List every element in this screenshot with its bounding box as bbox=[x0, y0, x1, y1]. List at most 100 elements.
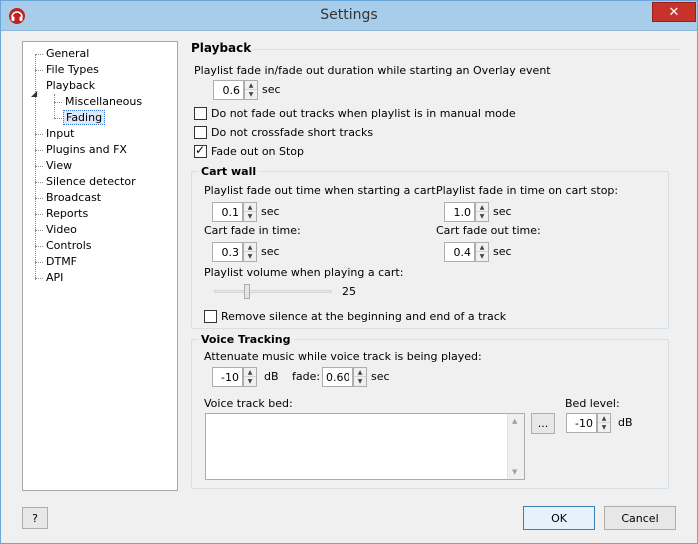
checkbox-box[interactable] bbox=[194, 107, 207, 120]
settings-window: Settings ✕ ◢ General File Types Playback… bbox=[0, 0, 698, 544]
spin-up-icon[interactable]: ▲ bbox=[244, 203, 256, 212]
settings-tree: ◢ General File Types Playback Miscellane… bbox=[22, 41, 178, 491]
checkbox-box[interactable] bbox=[194, 126, 207, 139]
attenuate-input[interactable] bbox=[212, 367, 243, 387]
tree-item-silence-detector[interactable]: Silence detector bbox=[35, 174, 136, 190]
cart-volume-label: Playlist volume when playing a cart: bbox=[204, 266, 404, 279]
browse-bed-button[interactable]: ... bbox=[531, 413, 555, 434]
textarea-scrollbar[interactable]: ▲ ▼ bbox=[507, 414, 524, 479]
cart-stop-fade-in-input[interactable] bbox=[444, 202, 475, 222]
tree-item-plugins-fx[interactable]: Plugins and FX bbox=[35, 142, 127, 158]
bed-level-label: Bed level: bbox=[565, 397, 620, 410]
vt-fade-unit: sec bbox=[371, 370, 390, 383]
voice-tracking-title: Voice Tracking bbox=[198, 333, 294, 346]
tree-item-input[interactable]: Input bbox=[35, 126, 74, 142]
cart-fade-out-input[interactable] bbox=[212, 202, 243, 222]
tree-item-controls[interactable]: Controls bbox=[35, 238, 92, 254]
spin-up-icon[interactable]: ▲ bbox=[245, 81, 257, 90]
tree-item-api[interactable]: API bbox=[35, 270, 63, 286]
fading-settings-panel: Playback Playlist fade in/fade out durat… bbox=[185, 39, 685, 501]
cart-fade-out-arrows[interactable]: ▲ ▼ bbox=[243, 202, 257, 222]
window-title: Settings bbox=[320, 7, 378, 23]
help-button[interactable]: ? bbox=[22, 507, 48, 529]
cart-wall-group: Cart wall Playlist fade out time when st… bbox=[191, 165, 669, 329]
bed-level-unit: dB bbox=[618, 416, 633, 429]
scroll-up-icon[interactable]: ▲ bbox=[512, 417, 517, 425]
cart-fade-out-time-arrows[interactable]: ▲ ▼ bbox=[475, 242, 489, 262]
voice-track-bed-label: Voice track bed: bbox=[204, 397, 293, 410]
overlay-fade-arrows[interactable]: ▲ ▼ bbox=[244, 80, 258, 100]
voice-track-bed-textarea[interactable]: ▲ ▼ bbox=[205, 413, 525, 480]
bed-level-arrows[interactable]: ▲ ▼ bbox=[597, 413, 611, 433]
attenuate-unit: dB bbox=[264, 370, 279, 383]
cart-stop-fade-in-spinner[interactable]: ▲ ▼ bbox=[444, 202, 490, 222]
spin-down-icon[interactable]: ▼ bbox=[244, 212, 256, 221]
cart-fade-out-label: Playlist fade out time when starting a c… bbox=[204, 184, 440, 197]
tree-item-dtmf[interactable]: DTMF bbox=[35, 254, 77, 270]
overlay-fade-label: Playlist fade in/fade out duration while… bbox=[194, 64, 551, 77]
spin-down-icon[interactable]: ▼ bbox=[598, 423, 610, 432]
tree-item-general[interactable]: General bbox=[35, 46, 89, 62]
overlay-fade-spinner[interactable]: ▲ ▼ bbox=[213, 80, 259, 100]
cart-stop-fade-in-arrows[interactable]: ▲ ▼ bbox=[475, 202, 489, 222]
tree-item-video[interactable]: Video bbox=[35, 222, 77, 238]
bed-level-spinner[interactable]: ▲ ▼ bbox=[566, 413, 612, 433]
tree-item-file-types[interactable]: File Types bbox=[35, 62, 99, 78]
cart-fade-out-time-spinner[interactable]: ▲ ▼ bbox=[444, 242, 490, 262]
cart-fade-out-spinner[interactable]: ▲ ▼ bbox=[212, 202, 258, 222]
spin-up-icon[interactable]: ▲ bbox=[244, 243, 256, 252]
vt-fade-arrows[interactable]: ▲ ▼ bbox=[353, 367, 367, 387]
cart-stop-fade-in-label: Playlist fade in time on cart stop: bbox=[436, 184, 619, 197]
playback-section-title: Playback bbox=[191, 41, 252, 55]
cart-fade-out-time-unit: sec bbox=[493, 245, 512, 258]
scroll-down-icon[interactable]: ▼ bbox=[512, 468, 517, 476]
cart-stop-fade-in-unit: sec bbox=[493, 205, 512, 218]
cart-fade-in-arrows[interactable]: ▲ ▼ bbox=[243, 242, 257, 262]
tree-item-view[interactable]: View bbox=[35, 158, 72, 174]
spin-up-icon[interactable]: ▲ bbox=[244, 368, 256, 377]
checkmark-icon: ✓ bbox=[195, 143, 206, 157]
bed-level-input[interactable] bbox=[566, 413, 597, 433]
ok-button[interactable]: OK bbox=[523, 506, 595, 530]
spin-up-icon[interactable]: ▲ bbox=[476, 203, 488, 212]
tree-subline bbox=[54, 94, 55, 118]
checkbox-box[interactable]: ✓ bbox=[194, 143, 207, 158]
tree-item-broadcast[interactable]: Broadcast bbox=[35, 190, 101, 206]
cart-fade-out-time-label: Cart fade out time: bbox=[436, 224, 541, 237]
overlay-fade-unit: sec bbox=[262, 83, 281, 96]
tree-item-fading[interactable]: Fading bbox=[54, 110, 106, 126]
tree-item-miscellaneous[interactable]: Miscellaneous bbox=[54, 94, 142, 110]
spin-up-icon[interactable]: ▲ bbox=[354, 368, 366, 377]
spin-down-icon[interactable]: ▼ bbox=[476, 252, 488, 261]
vt-fade-input[interactable] bbox=[322, 367, 353, 387]
cart-volume-slider-thumb[interactable] bbox=[244, 284, 250, 299]
cancel-button[interactable]: Cancel bbox=[604, 506, 676, 530]
attenuate-arrows[interactable]: ▲ ▼ bbox=[243, 367, 257, 387]
close-button[interactable]: ✕ bbox=[652, 2, 696, 22]
cart-fade-in-input[interactable] bbox=[212, 242, 243, 262]
cart-volume-value: 25 bbox=[342, 285, 356, 298]
spin-up-icon[interactable]: ▲ bbox=[598, 414, 610, 423]
cart-wall-title: Cart wall bbox=[198, 165, 260, 178]
cart-volume-slider-track[interactable] bbox=[214, 290, 332, 293]
attenuate-spinner[interactable]: ▲ ▼ bbox=[212, 367, 258, 387]
voice-tracking-group: Voice Tracking Attenuate music while voi… bbox=[191, 333, 669, 489]
spin-down-icon[interactable]: ▼ bbox=[244, 377, 256, 386]
collapse-arrow-icon[interactable]: ◢ bbox=[31, 89, 37, 98]
tree-item-playback[interactable]: Playback bbox=[46, 78, 95, 94]
close-icon: ✕ bbox=[668, 4, 680, 20]
cart-fade-in-unit: sec bbox=[261, 245, 280, 258]
title-bar: Settings ✕ bbox=[1, 1, 697, 31]
tree-item-reports[interactable]: Reports bbox=[35, 206, 88, 222]
spin-down-icon[interactable]: ▼ bbox=[245, 90, 257, 99]
vt-fade-spinner[interactable]: ▲ ▼ bbox=[322, 367, 368, 387]
cart-fade-out-unit: sec bbox=[261, 205, 280, 218]
spin-down-icon[interactable]: ▼ bbox=[354, 377, 366, 386]
cart-fade-out-time-input[interactable] bbox=[444, 242, 475, 262]
spin-up-icon[interactable]: ▲ bbox=[476, 243, 488, 252]
overlay-fade-input[interactable] bbox=[213, 80, 244, 100]
cart-fade-in-spinner[interactable]: ▲ ▼ bbox=[212, 242, 258, 262]
checkbox-box[interactable] bbox=[204, 310, 217, 323]
spin-down-icon[interactable]: ▼ bbox=[244, 252, 256, 261]
spin-down-icon[interactable]: ▼ bbox=[476, 212, 488, 221]
